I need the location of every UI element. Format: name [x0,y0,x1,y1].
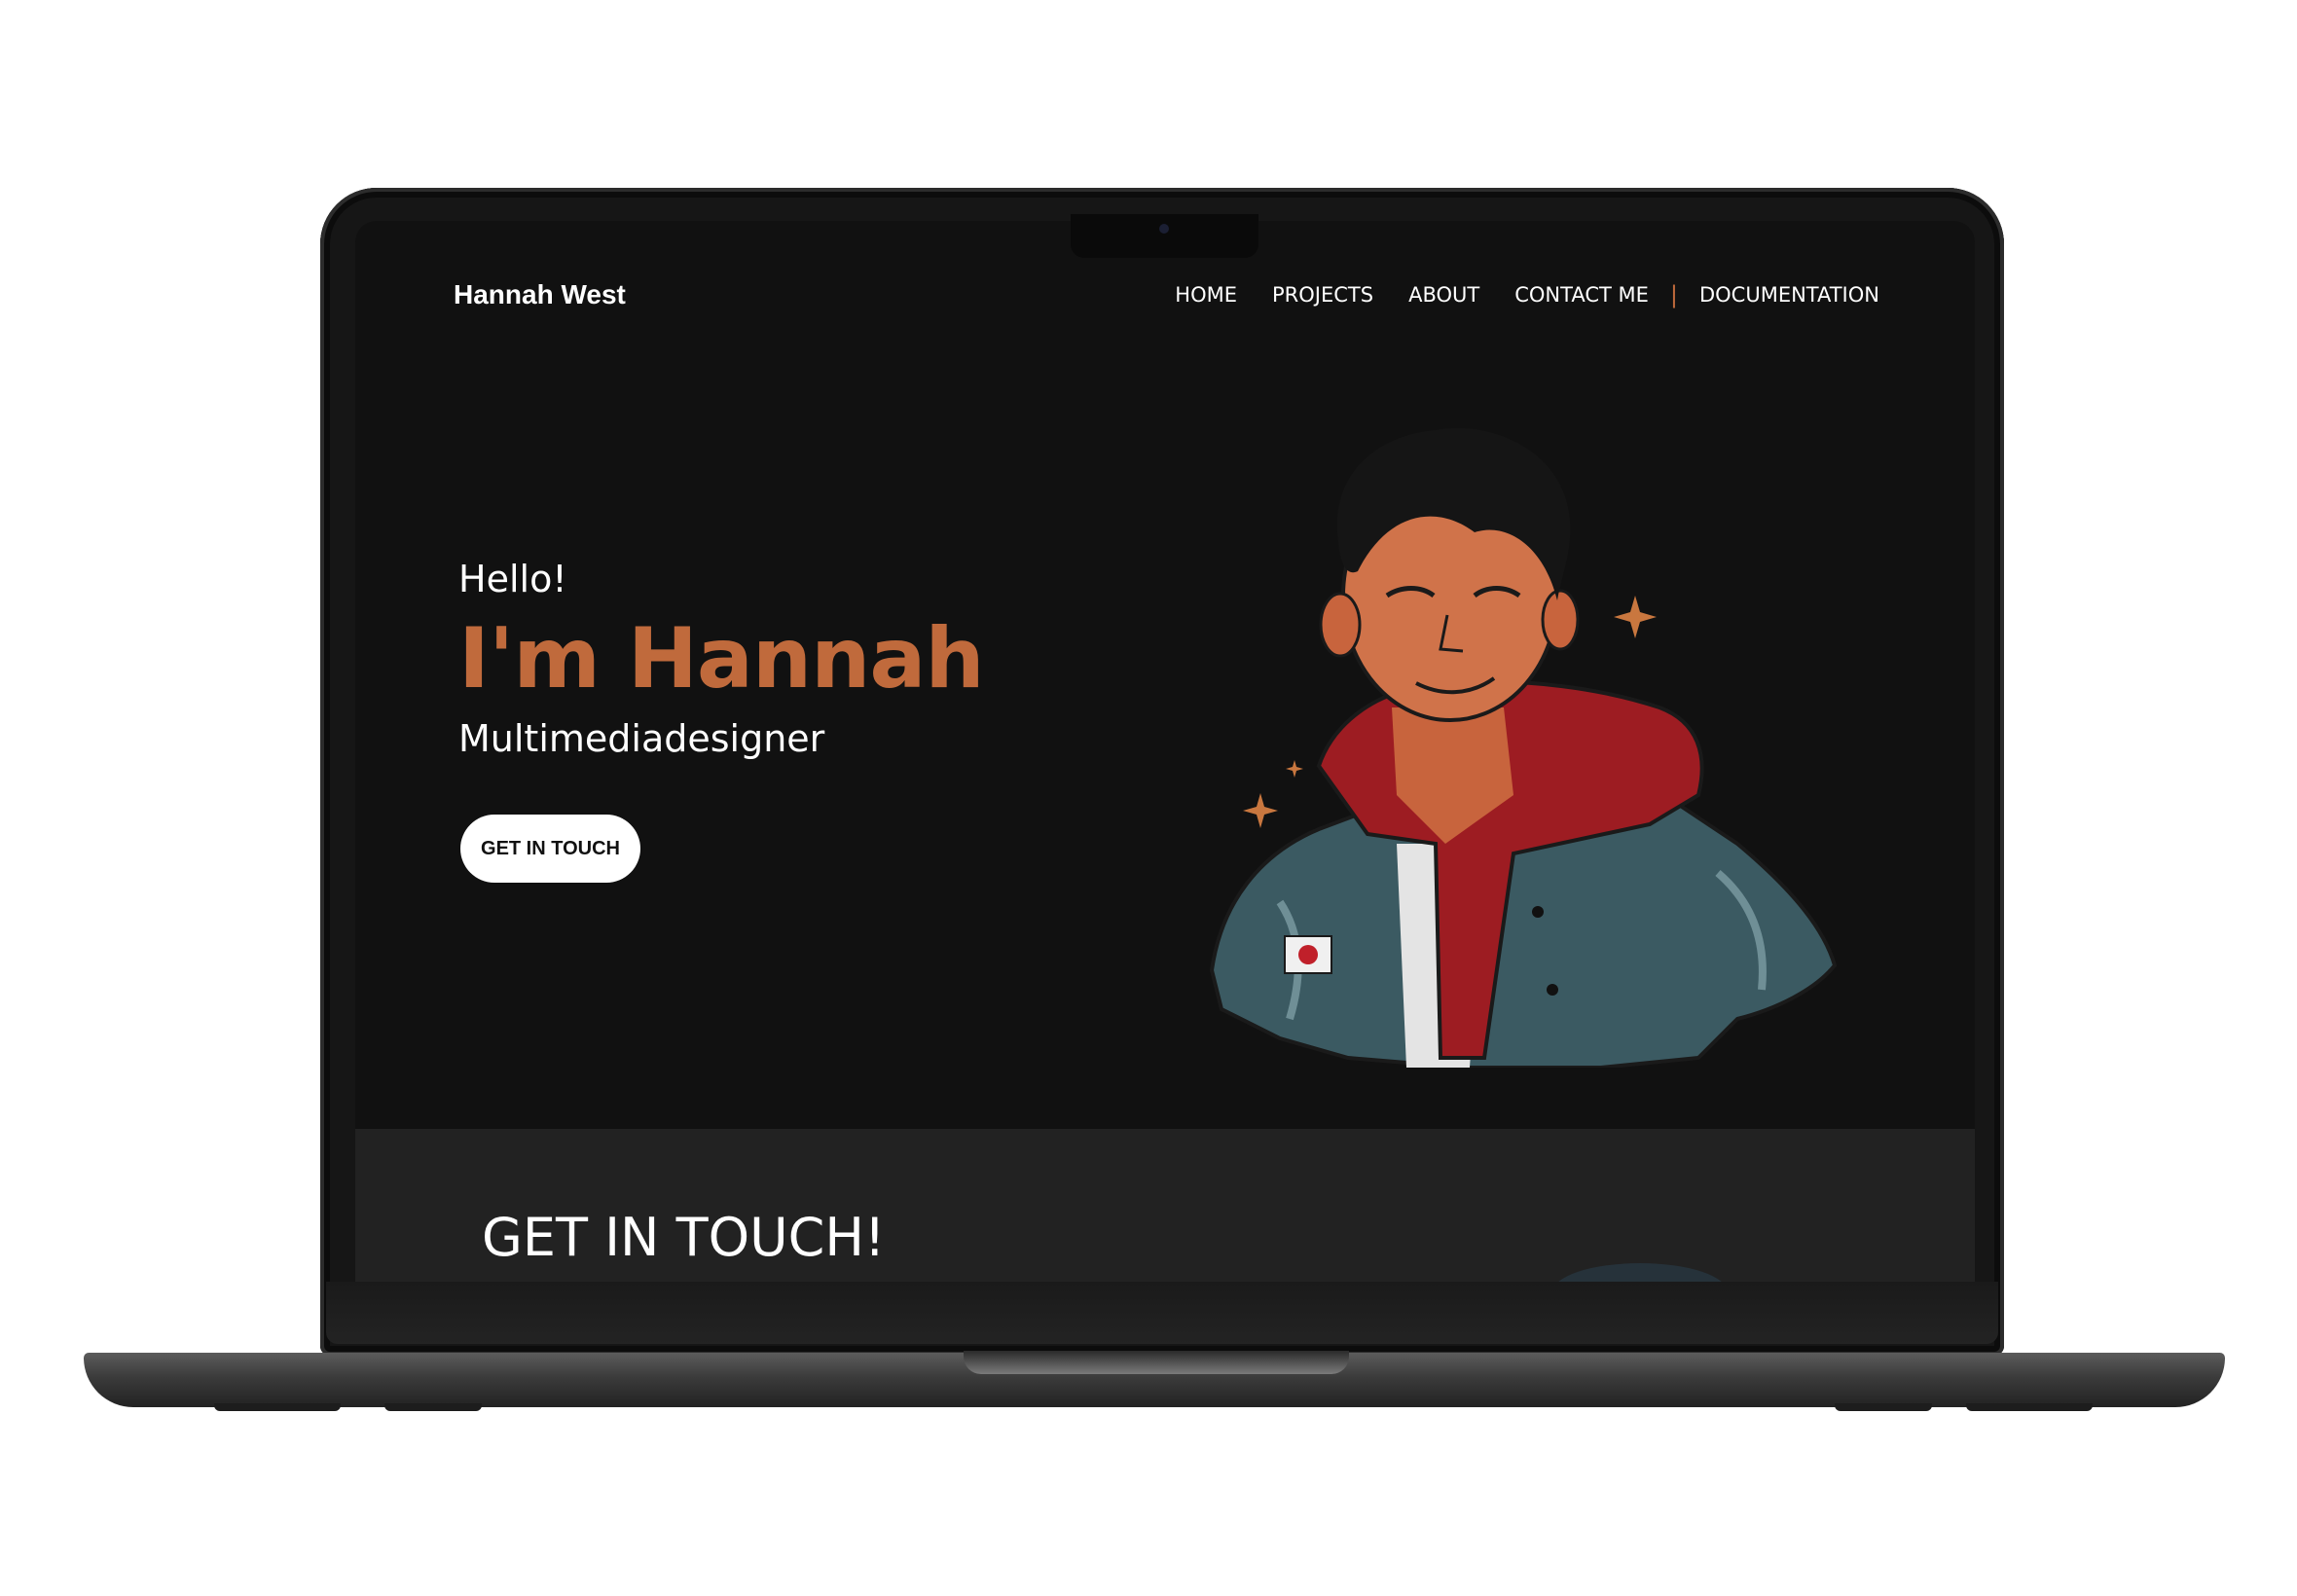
nav-link-documentation[interactable]: DOCUMENTATION [1699,283,1879,307]
laptop-foot [384,1403,482,1411]
camera-icon [1159,224,1169,234]
get-in-touch-button[interactable]: GET IN TOUCH [460,815,640,883]
nav-link-about[interactable]: ABOUT [1408,283,1479,307]
hero-role: Multimediadesigner [458,717,825,760]
contact-section: GET IN TOUCH! [355,1129,1975,1282]
laptop-foot [1835,1403,1932,1411]
portrait-illustration [1209,427,1838,1068]
hero-greeting: Hello! [458,558,567,600]
laptop-opening-lip [964,1351,1349,1374]
laptop-screen: Hannah West HOME PROJECTS ABOUT CONTACT … [355,221,1975,1282]
nav-link-contact[interactable]: CONTACT ME [1514,283,1649,307]
main-nav: HOME PROJECTS ABOUT CONTACT ME | DOCUMEN… [1140,281,1879,308]
nav-divider: | [1669,281,1678,308]
contact-image-peek [1552,1263,1728,1282]
screen-bezel [326,1282,1998,1344]
laptop-foot [214,1403,341,1411]
nav-link-home[interactable]: HOME [1175,283,1237,307]
contact-title: GET IN TOUCH! [482,1207,886,1268]
hero-name: I'm Hannah [458,610,985,707]
laptop-foot [1966,1403,2093,1411]
brand-logo[interactable]: Hannah West [454,279,626,310]
nav-link-projects[interactable]: PROJECTS [1272,283,1373,307]
camera-notch [1071,214,1258,258]
